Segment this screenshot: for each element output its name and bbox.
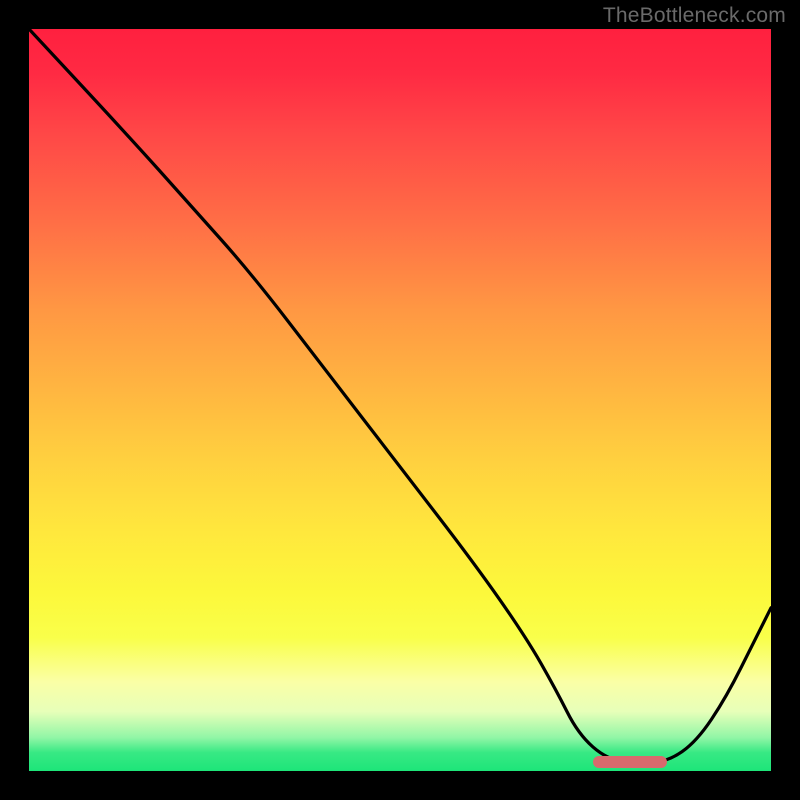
chart-curve-path bbox=[29, 29, 771, 762]
highlight-marker bbox=[593, 756, 667, 769]
chart-line-svg bbox=[29, 29, 771, 771]
watermark-text: TheBottleneck.com bbox=[603, 4, 786, 28]
chart-plot-area bbox=[29, 29, 771, 771]
